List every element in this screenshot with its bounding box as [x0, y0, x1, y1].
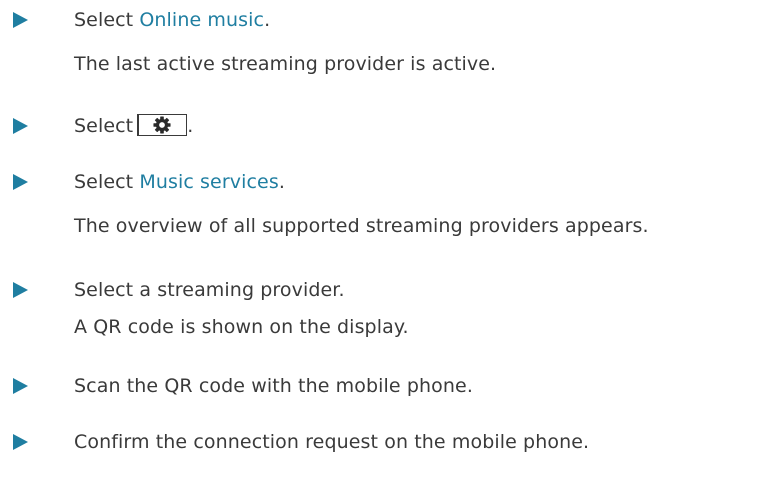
arrow-bullet-icon	[13, 118, 28, 134]
arrow-bullet-icon	[13, 282, 28, 298]
arrow-bullet-icon	[13, 174, 28, 190]
step-action: Select a streaming provider.	[74, 279, 345, 301]
step-action: Select Online music.	[74, 9, 271, 31]
arrow-bullet-icon	[13, 434, 28, 450]
menu-link-music-services[interactable]: Music services	[139, 171, 278, 193]
step-action: Select .	[74, 114, 194, 137]
menu-link-online-music[interactable]: Online music	[139, 9, 264, 31]
step-action: Confirm the connection request on the mo…	[74, 431, 590, 453]
step-result: The last active streaming provider is ac…	[74, 53, 497, 75]
step-result: The overview of all supported streaming …	[74, 215, 649, 237]
step-action: Select Music services.	[74, 171, 285, 193]
step-result: A QR code is shown on the display.	[74, 316, 409, 338]
step-action: Scan the QR code with the mobile phone.	[74, 375, 473, 397]
settings-button[interactable]	[137, 114, 188, 136]
gear-icon	[153, 116, 171, 134]
arrow-bullet-icon	[13, 378, 28, 394]
arrow-bullet-icon	[13, 12, 28, 28]
